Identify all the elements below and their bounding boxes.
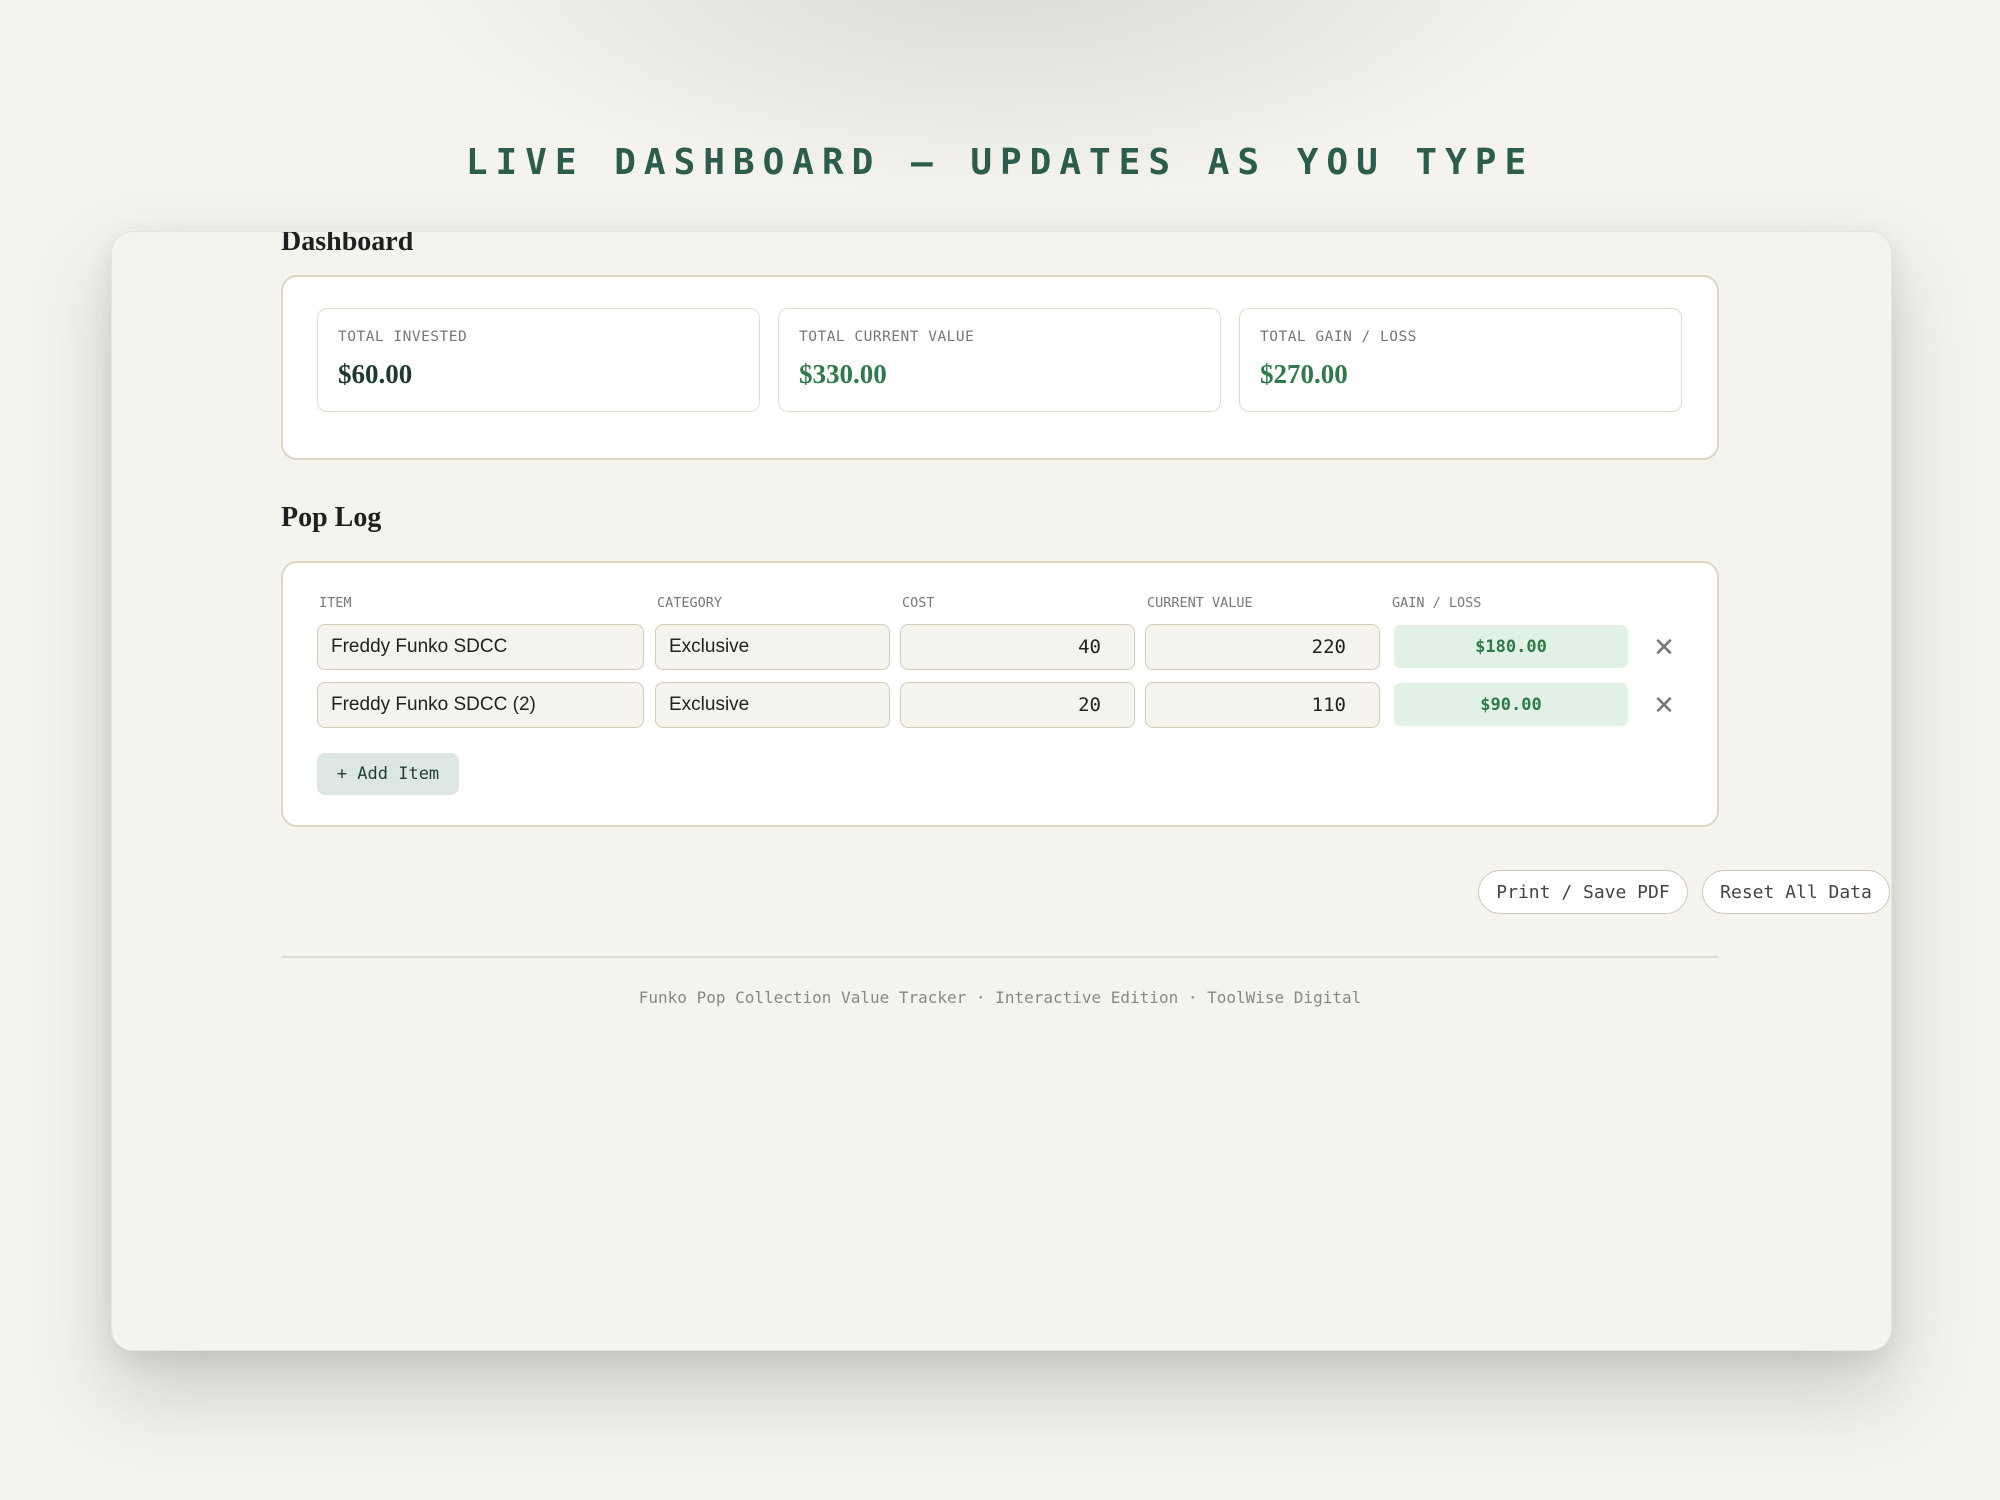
stat-label: TOTAL GAIN / LOSS (1260, 329, 1417, 345)
print-save-pdf-button[interactable]: Print / Save PDF (1478, 870, 1688, 914)
dashboard-panel: TOTAL INVESTED $60.00 TOTAL CURRENT VALU… (281, 275, 1719, 460)
current-value-input[interactable] (1145, 682, 1380, 728)
reset-all-data-button[interactable]: Reset All Data (1702, 870, 1890, 914)
column-header-gain-loss: GAIN / LOSS (1392, 595, 1482, 611)
column-header-item: ITEM (319, 595, 352, 611)
cost-input[interactable] (900, 682, 1135, 728)
stat-label: TOTAL INVESTED (338, 329, 468, 345)
current-value-input[interactable] (1145, 624, 1380, 670)
gain-loss-badge: $90.00 (1394, 683, 1628, 726)
item-name-input[interactable] (317, 624, 644, 670)
stat-value: $60.00 (338, 359, 413, 389)
stat-value: $270.00 (1260, 359, 1348, 389)
stat-label: TOTAL CURRENT VALUE (799, 329, 975, 345)
footer-text: Funko Pop Collection Value Tracker · Int… (638, 988, 1362, 1007)
tracker-card: Dashboard TOTAL INVESTED $60.00 TOTAL CU… (111, 231, 1892, 1351)
cost-input[interactable] (900, 624, 1135, 670)
stat-total-gain-loss: TOTAL GAIN / LOSS $270.00 (1239, 308, 1682, 412)
dashboard-title: Dashboard (281, 231, 414, 257)
live-dashboard-banner: LIVE DASHBOARD — UPDATES AS YOU TYPE (465, 142, 1535, 183)
stat-value: $330.00 (799, 359, 887, 389)
pop-log-panel: ITEM CATEGORY COST CURRENT VALUE GAIN / … (281, 561, 1719, 827)
stat-total-invested: TOTAL INVESTED $60.00 (317, 308, 760, 412)
column-header-cost: COST (902, 595, 935, 611)
delete-row-icon[interactable]: ✕ (1647, 630, 1681, 664)
stat-total-current-value: TOTAL CURRENT VALUE $330.00 (778, 308, 1221, 412)
add-item-button[interactable]: + Add Item (317, 753, 459, 795)
category-input[interactable] (655, 624, 890, 670)
column-header-current-value: CURRENT VALUE (1147, 595, 1253, 611)
footer-divider (281, 956, 1719, 958)
delete-row-icon[interactable]: ✕ (1647, 688, 1681, 722)
pop-log-title: Pop Log (281, 502, 382, 533)
table-row: $90.00 ✕ (283, 682, 1717, 728)
category-input[interactable] (655, 682, 890, 728)
table-row: $180.00 ✕ (283, 624, 1717, 670)
item-name-input[interactable] (317, 682, 644, 728)
column-header-category: CATEGORY (657, 595, 723, 611)
gain-loss-badge: $180.00 (1394, 625, 1628, 668)
